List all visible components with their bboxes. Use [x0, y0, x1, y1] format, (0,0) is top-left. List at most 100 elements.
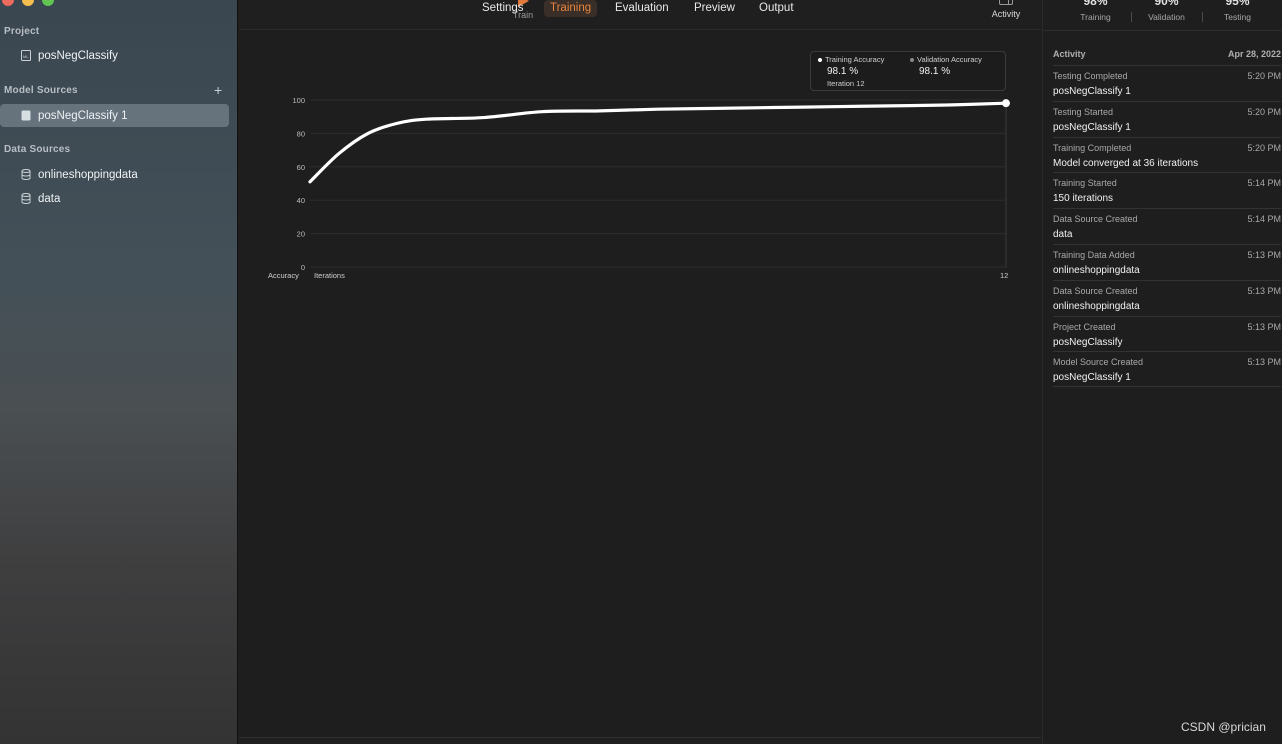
- x-tick-label: 12: [1000, 271, 1008, 280]
- activity-row[interactable]: Training Data Added 5:13 PM onlineshopping…: [1053, 243, 1281, 280]
- chart-legend: Training Accuracy 98.1 % Iteration 12 Va…: [810, 51, 1006, 91]
- activity-date: Apr 28, 2022: [1227, 49, 1281, 59]
- activity-detail: data: [1053, 229, 1073, 241]
- data-sources-section-label: Data Sources: [4, 144, 71, 155]
- y-axis-label: Accuracy: [268, 271, 299, 280]
- metric-value: 95%: [1225, 0, 1250, 8]
- legend-iteration: Iteration 12: [827, 79, 865, 88]
- activity-toggle-button[interactable]: Activity: [988, 0, 1024, 19]
- activity-row[interactable]: Data Source Created 5:14 PM data: [1053, 208, 1281, 244]
- legend-training: Training Accuracy: [818, 55, 884, 64]
- metric-label: Training: [1080, 12, 1111, 22]
- activity-event: Testing Started: [1053, 106, 1114, 117]
- activity-detail: posNegClassify 1: [1053, 121, 1131, 133]
- tab-preview[interactable]: Preview: [688, 0, 741, 17]
- activity-time: 5:13 PM: [1247, 285, 1281, 296]
- metric-testing: 95% Testing: [1202, 0, 1273, 30]
- database-icon: [20, 169, 31, 180]
- activity-detail: posNegClassify: [1053, 336, 1123, 348]
- activity-time: 5:14 PM: [1247, 178, 1281, 189]
- activity-row[interactable]: Training Completed 5:20 PM Model converged…: [1053, 136, 1281, 173]
- series-endpoint-marker: [1002, 99, 1010, 108]
- window-controls: [2, 0, 54, 6]
- activity-detail: posNegClassify 1: [1053, 86, 1131, 97]
- status-bar: [239, 737, 1041, 744]
- add-model-source-button[interactable]: +: [214, 82, 222, 98]
- activity-event: Training Completed: [1053, 142, 1132, 153]
- training-chart-area: 0 20 40 60 80 100 Accuracy Iterations 12 Trainin…: [239, 31, 1041, 737]
- database-icon: [20, 193, 31, 204]
- activity-title: Activity: [1053, 49, 1086, 59]
- activity-detail: Model converged at 36 iterations: [1053, 157, 1199, 169]
- activity-event: Model Source Created: [1053, 357, 1144, 368]
- zoom-window-button[interactable]: [42, 0, 54, 6]
- model-sources-section-label: Model Sources: [4, 85, 78, 96]
- create-ml-window: Project ML posNegClassify Model Sources …: [0, 0, 1282, 744]
- activity-detail: onlineshoppingdata: [1053, 300, 1140, 312]
- activity-row[interactable]: Testing Started 5:20 PM posNegClassify 1: [1053, 100, 1281, 137]
- sidebar-item-label: onlineshoppingdata: [38, 168, 138, 181]
- metric-label: Testing: [1224, 12, 1251, 22]
- legend-training-value: 98.1 %: [827, 66, 859, 77]
- legend-validation-value: 98.1 %: [919, 66, 951, 77]
- activity-label: Activity: [991, 9, 1021, 19]
- activity-event: Data Source Created: [1053, 214, 1138, 225]
- sidebar-item-model-source[interactable]: posNegClassify 1: [0, 104, 229, 127]
- sidebar-toggle-icon: [999, 0, 1013, 5]
- activity-time: 5:20 PM: [1247, 71, 1281, 81]
- activity-event: Data Source Created: [1053, 285, 1138, 296]
- metric-validation: 90% Validation: [1131, 0, 1202, 30]
- activity-event: Training Started: [1053, 178, 1117, 189]
- activity-row[interactable]: Training Started 5:14 PM 150 iterations: [1053, 172, 1281, 208]
- activity-time: 5:20 PM: [1247, 106, 1281, 117]
- activity-time: 5:13 PM: [1247, 249, 1281, 260]
- tab-output[interactable]: Output: [753, 0, 800, 17]
- legend-training-name: Training Accuracy: [825, 55, 885, 64]
- sidebar-item-onlineshoppingdata[interactable]: onlineshoppingdata: [0, 163, 229, 186]
- legend-validation: Validation Accuracy: [910, 55, 982, 64]
- activity-event: Training Data Added: [1053, 249, 1135, 260]
- watermark: CSDN @prician: [1181, 720, 1266, 734]
- svg-text:ML: ML: [23, 54, 29, 59]
- x-axis-label: Iterations: [314, 271, 345, 280]
- sidebar-item-label: posNegClassify: [38, 49, 118, 62]
- training-dot-icon: [818, 58, 822, 63]
- y-tick-label: 80: [297, 129, 305, 138]
- activity-header: Activity Apr 28, 2022: [1053, 49, 1281, 65]
- sidebar-item-label: posNegClassify 1: [38, 109, 128, 122]
- tab-settings[interactable]: Settings: [476, 0, 530, 17]
- metric-divider: [1131, 12, 1132, 22]
- divider: [1043, 30, 1282, 31]
- activity-row[interactable]: Testing Completed 5:20 PM posNegClassify 1: [1053, 65, 1281, 101]
- activity-panel: 98% Training 90% Validation 95% Testing …: [1042, 0, 1282, 744]
- activity-time: 5:20 PM: [1247, 142, 1281, 153]
- project-file-icon: ML: [20, 50, 31, 61]
- y-tick-label: 40: [297, 196, 305, 205]
- activity-detail: 150 iterations: [1053, 193, 1114, 205]
- y-tick-label: 60: [297, 163, 305, 172]
- project-section-label: Project: [4, 26, 40, 37]
- y-tick-label: 0: [301, 263, 305, 272]
- model-icon: [20, 110, 31, 121]
- activity-list: Testing Completed 5:20 PM posNegClassify 1…: [1053, 65, 1281, 388]
- metric-divider: [1202, 12, 1203, 22]
- activity-time: 5:13 PM: [1247, 321, 1281, 332]
- sidebar-item-project[interactable]: ML posNegClassify: [0, 44, 229, 67]
- minimize-window-button[interactable]: [22, 0, 34, 6]
- activity-detail: posNegClassify 1: [1053, 372, 1131, 384]
- sidebar-item-label: data: [38, 192, 61, 205]
- tab-training[interactable]: Training: [544, 0, 598, 17]
- activity-row[interactable]: Model Source Created 5:13 PM posNegClassif…: [1053, 351, 1281, 388]
- validation-dot-icon: [910, 58, 914, 63]
- activity-row[interactable]: Project Created 5:13 PM posNegClassify: [1053, 315, 1281, 352]
- metric-training: 98% Training: [1060, 0, 1131, 30]
- series-line-training-accuracy: [308, 101, 1008, 184]
- activity-row[interactable]: Data Source Created 5:13 PM onlineshopping…: [1053, 279, 1281, 316]
- activity-event: Testing Completed: [1053, 71, 1128, 81]
- close-window-button[interactable]: [2, 0, 14, 6]
- legend-validation-name: Validation Accuracy: [917, 55, 982, 64]
- tab-evaluation[interactable]: Evaluation: [609, 0, 675, 17]
- sidebar-item-data[interactable]: data: [0, 187, 229, 210]
- y-tick-label: 100: [292, 96, 305, 105]
- metric-label: Validation: [1148, 12, 1185, 22]
